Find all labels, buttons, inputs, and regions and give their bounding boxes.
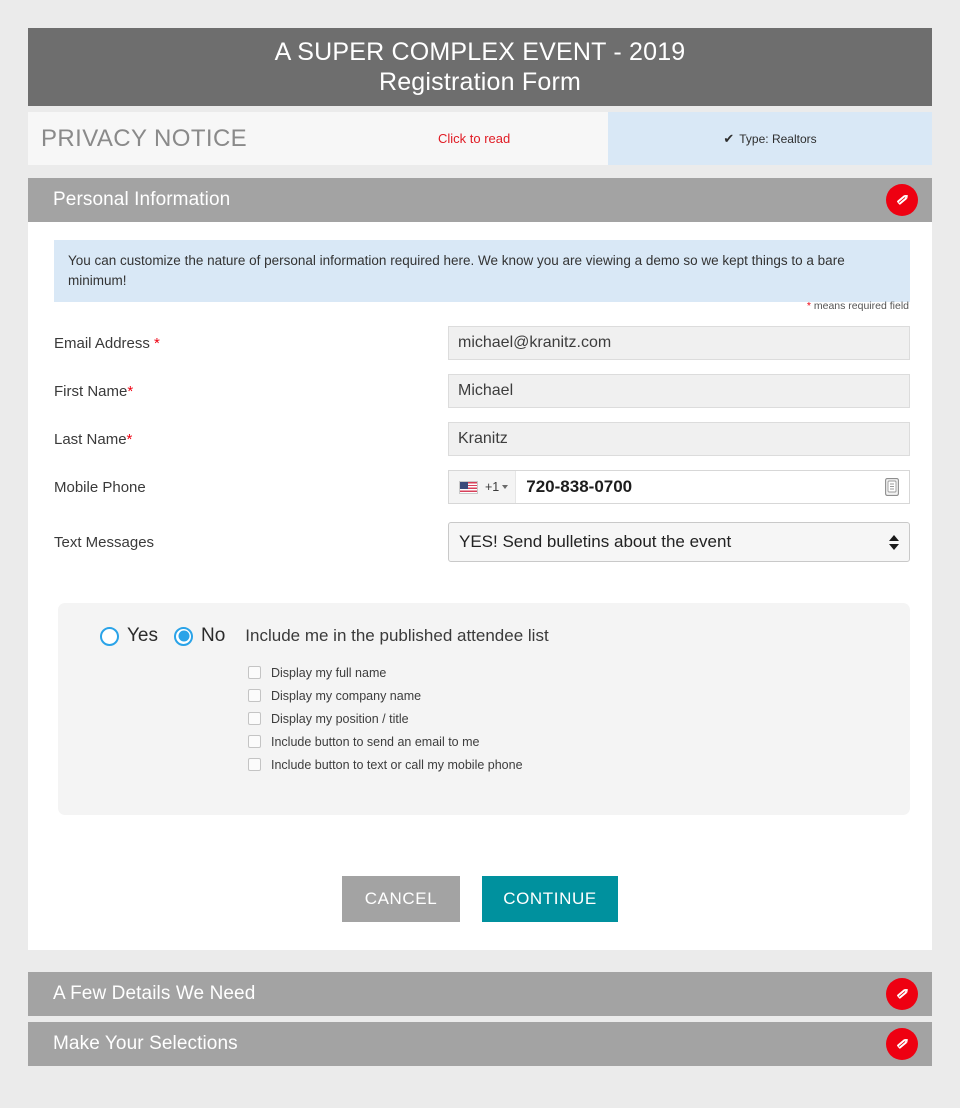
radio-attendee-yes[interactable] [100, 626, 119, 646]
label-last-name-text: Last Name [54, 430, 127, 448]
list-item-label: Include button to text or call my mobile… [271, 757, 523, 772]
control-email [448, 326, 910, 360]
control-first-name [448, 374, 910, 408]
control-last-name [448, 422, 910, 456]
registration-type-label: Type: Realtors [739, 131, 817, 146]
registration-type-badge[interactable]: ✔ Type: Realtors [608, 112, 932, 165]
country-code-selector[interactable]: +1 [449, 471, 517, 503]
label-first-name: First Name* [54, 383, 448, 400]
radio-attendee-no-label: No [201, 625, 226, 646]
list-item[interactable]: Include button to text or call my mobile… [248, 753, 523, 776]
list-item[interactable]: Include button to send an email to me [248, 730, 523, 753]
privacy-click-to-read-link[interactable]: Click to read [408, 112, 608, 165]
cancel-button[interactable]: CANCEL [342, 876, 460, 922]
label-first-name-text: First Name [54, 382, 128, 400]
country-code-label: +1 [485, 480, 500, 494]
check-icon: ✔ [723, 130, 735, 146]
phone-input-group: +1 [448, 470, 910, 504]
radio-attendee-no[interactable] [174, 626, 193, 646]
chevron-down-icon [889, 543, 899, 550]
list-item[interactable]: Display my position / title [248, 707, 523, 730]
required-star: * [127, 382, 134, 400]
checkbox-icon[interactable] [248, 689, 261, 702]
chevron-up-icon [889, 534, 899, 541]
control-mobile-phone: +1 [448, 470, 910, 504]
list-item[interactable]: Display my company name [248, 684, 523, 707]
checkbox-icon[interactable] [248, 712, 261, 725]
attendee-radio-group: Yes No Include me in the published atten… [100, 625, 549, 647]
list-item-label: Display my full name [271, 665, 387, 680]
event-title-bar: A SUPER COMPLEX EVENT - 2019 Registratio… [28, 28, 932, 106]
required-field-note: * means required field [807, 300, 909, 312]
text-messages-select[interactable]: YES! Send bulletins about the event [448, 522, 910, 562]
section-title-a-few-details-we-need: A Few Details We Need [53, 983, 256, 1004]
label-last-name: Last Name* [54, 431, 448, 448]
label-email: Email Address * [54, 335, 448, 352]
section-title-make-your-selections: Make Your Selections [53, 1033, 238, 1054]
required-star: * [126, 430, 133, 448]
label-text-messages: Text Messages [54, 533, 155, 551]
checkbox-icon[interactable] [248, 758, 261, 771]
list-item[interactable]: Display my full name [248, 661, 523, 684]
field-row-email: Email Address * [54, 326, 910, 360]
chevron-down-icon [502, 485, 509, 489]
required-star: * [154, 334, 160, 352]
personal-information-panel: You can customize the nature of personal… [28, 222, 932, 950]
section-header-personal-information[interactable]: Personal Information [28, 178, 932, 222]
field-row-mobile-phone: Mobile Phone +1 [54, 470, 910, 504]
section-header-a-few-details-we-need[interactable]: A Few Details We Need [28, 972, 932, 1016]
select-stepper-arrows[interactable] [879, 534, 909, 550]
list-item-label: Display my position / title [271, 711, 409, 726]
radio-attendee-yes-label: Yes [127, 625, 158, 646]
text-messages-selected-value: YES! Send bulletins about the event [459, 532, 732, 551]
attendee-options-list: Display my full name Display my company … [248, 661, 523, 776]
form-actions: CANCEL CONTINUE [28, 876, 932, 922]
phone-card-icon[interactable] [885, 478, 899, 496]
attendee-question-text: Include me in the published attendee lis… [245, 626, 549, 645]
event-title: A SUPER COMPLEX EVENT - 2019 [274, 37, 686, 66]
last-name-field[interactable] [448, 422, 910, 456]
us-flag-icon [459, 480, 478, 494]
pencil-icon[interactable] [886, 1028, 918, 1060]
checkbox-icon[interactable] [248, 666, 261, 679]
list-item-label: Display my company name [271, 688, 422, 703]
control-text-messages: YES! Send bulletins about the event [448, 522, 910, 562]
privacy-notice-title: PRIVACY NOTICE [41, 124, 248, 152]
attendee-list-panel: Yes No Include me in the published atten… [58, 603, 910, 815]
required-note-text: means required field [810, 300, 909, 312]
checkbox-icon[interactable] [248, 735, 261, 748]
privacy-notice-bar: PRIVACY NOTICE Click to read ✔ Type: Rea… [28, 112, 932, 165]
pencil-icon[interactable] [886, 184, 918, 216]
field-row-last-name: Last Name* [54, 422, 910, 456]
pencil-icon[interactable] [886, 978, 918, 1010]
email-field[interactable] [448, 326, 910, 360]
continue-button[interactable]: CONTINUE [482, 876, 618, 922]
section-title-personal-information: Personal Information [53, 189, 231, 210]
section-header-make-your-selections[interactable]: Make Your Selections [28, 1022, 932, 1066]
list-item-label: Include button to send an email to me [271, 734, 480, 749]
field-row-first-name: First Name* [54, 374, 910, 408]
mobile-phone-field[interactable] [516, 477, 885, 497]
field-row-text-messages: Text Messages YES! Send bulletins about … [54, 522, 910, 562]
label-email-text: Email Address [54, 334, 155, 352]
registration-form-page: A SUPER COMPLEX EVENT - 2019 Registratio… [0, 0, 960, 1108]
first-name-field[interactable] [448, 374, 910, 408]
label-mobile-phone: Mobile Phone [54, 478, 146, 496]
info-callout: You can customize the nature of personal… [54, 240, 910, 303]
form-subtitle: Registration Form [378, 68, 582, 96]
